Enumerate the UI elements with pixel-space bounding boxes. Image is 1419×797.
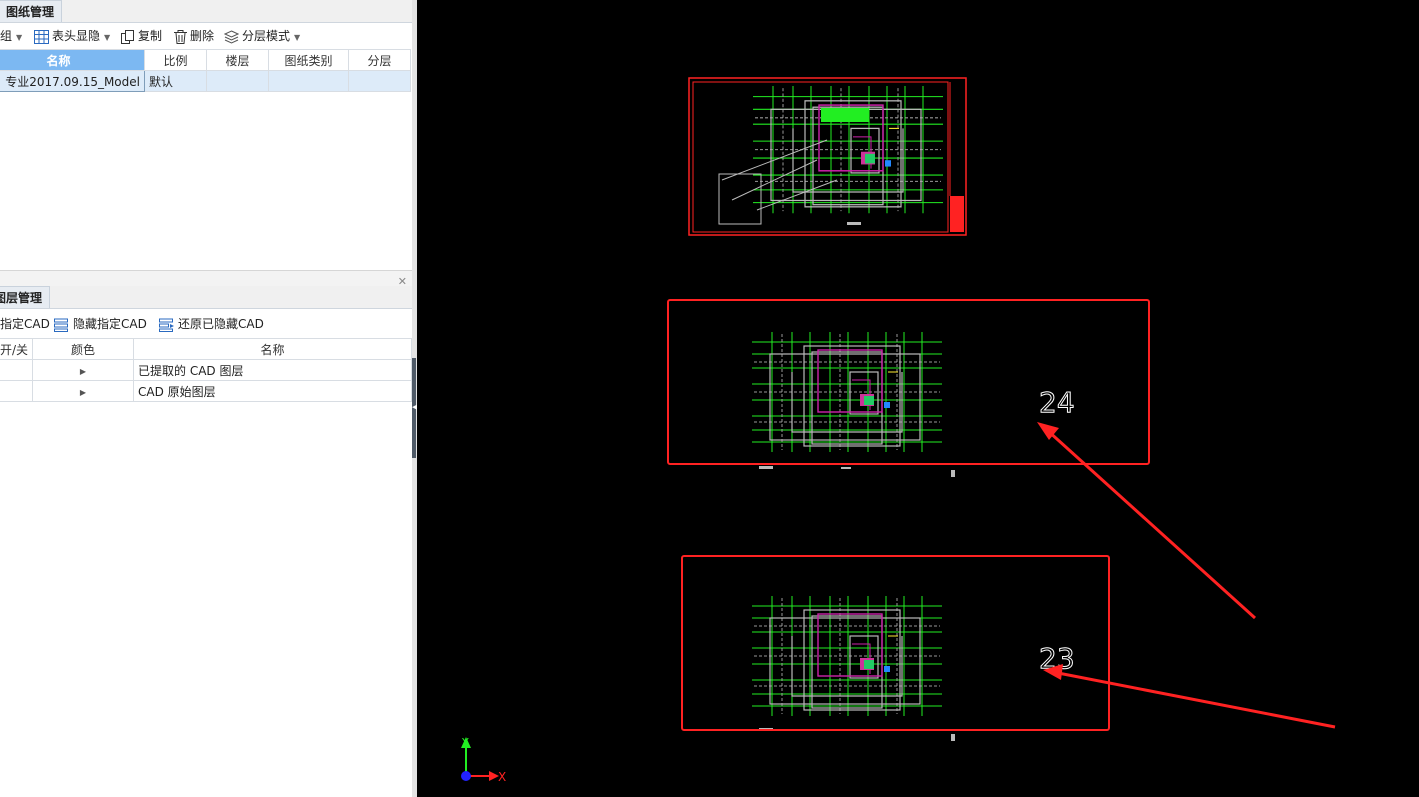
layer-toolbar: 显示指定CAD 隐藏指定CAD 还原已隐藏CAD [0,311,412,337]
caret-down-icon: ▼ [294,33,301,42]
drawing-floor-cell[interactable] [206,70,269,92]
hide-cad-label: 隐藏指定CAD [73,317,147,331]
trash-icon [174,29,187,44]
column-header-scale[interactable]: 比例 [144,49,207,71]
layer-color-cell[interactable]: ▶ [32,380,134,402]
highlight-box-upper [667,299,1150,465]
drawing-category-cell[interactable] [268,70,349,92]
cad-drawing: 24 23 Y X [461,77,1336,784]
expand-arrow-icon[interactable]: ▶ [80,388,86,397]
layer-mode-button[interactable]: 分层模式 ▼ [224,23,300,49]
drawing-tab-strip: 图纸管理 [0,0,412,23]
layer-name-cell: 已提取的 CAD 图层 [133,359,412,381]
layer-table-header: 开/关 颜色 名称 [0,338,412,360]
show-cad-button[interactable]: 显示指定CAD [0,311,50,337]
caret-down-icon: ▼ [16,33,23,42]
x-axis-label: X [498,770,506,784]
copy-label: 复制 [138,29,163,43]
layer-toggle-cell[interactable] [0,359,33,381]
layer-tab-strip: 图层管理 [0,286,412,309]
expand-arrow-icon[interactable]: ▶ [80,367,86,376]
arrow-annotation-upper [1037,422,1257,620]
arrow-annotation-lower [1043,664,1336,729]
restore-layer-icon [159,318,174,332]
delete-button[interactable]: 删除 [174,23,214,49]
column-header-layer-name[interactable]: 名称 [133,338,412,360]
column-header-name[interactable]: 名称 [0,49,145,71]
layers-icon [224,29,239,44]
column-header-color[interactable]: 颜色 [32,338,134,360]
layer-table: 开/关 颜色 名称 ▶ 已提取的 CAD 图层 ▶ CAD 原始图层 [0,338,412,402]
drawing-table: 名称 比例 楼层 图纸类别 分层 专业2017.09.15_Model 默认 [0,49,411,92]
delete-label: 删除 [190,29,215,43]
drawing-layer-cell[interactable] [348,70,411,92]
drawing-sheet-top[interactable] [688,77,967,236]
hide-layer-icon [54,318,68,332]
table-row[interactable]: ▶ 已提取的 CAD 图层 [0,359,412,381]
caret-down-icon: ▼ [104,33,111,42]
drawing-table-header: 名称 比例 楼层 图纸类别 分层 [0,49,411,71]
group-label: 分组 [0,29,13,43]
group-button[interactable]: 分组▼ [0,23,22,49]
layer-mode-label: 分层模式 [242,29,291,43]
table-row[interactable]: 专业2017.09.15_Model 默认 [0,70,411,92]
restore-cad-label: 还原已隐藏CAD [178,317,264,331]
drawing-scale-cell[interactable]: 默认 [144,70,207,92]
layer-name-cell: CAD 原始图层 [133,380,412,402]
drawing-name-cell[interactable]: 专业2017.09.15_Model [0,70,145,92]
hide-cad-button[interactable]: 隐藏指定CAD [54,311,147,337]
show-cad-label: 显示指定CAD [0,317,50,331]
table-icon [34,29,49,44]
header-toggle-label: 表头显隐 [52,29,101,43]
restore-cad-button[interactable]: 还原已隐藏CAD [159,311,264,337]
column-header-layer[interactable]: 分层 [348,49,411,71]
table-row[interactable]: ▶ CAD 原始图层 [0,380,412,402]
tab-layer-management[interactable]: 图层管理 [0,286,51,308]
header-toggle-button[interactable]: 表头显隐 ▼ [34,23,110,49]
column-header-onoff[interactable]: 开/关 [0,338,33,360]
panel-divider [0,270,412,287]
column-header-category[interactable]: 图纸类别 [268,49,349,71]
sheet-label-24: 24 [1039,386,1075,419]
drawing-toolbar: 分组▼ 表头显隐▼ 复制 删除 [0,23,412,49]
axis-indicator: Y X [461,736,506,784]
y-axis-label: Y [461,736,469,749]
copy-icon [121,29,134,44]
tab-drawing-management[interactable]: 图纸管理 [0,0,63,22]
collapse-arrow-icon[interactable]: ◀ [412,402,417,412]
layer-color-cell[interactable]: ▶ [32,359,134,381]
copy-button[interactable]: 复制 [121,23,162,49]
layer-toggle-cell[interactable] [0,380,33,402]
column-header-floor[interactable]: 楼层 [206,49,269,71]
cad-canvas[interactable]: 24 23 Y X [417,0,1419,797]
left-panel: 图纸管理 分组▼ 表头显隐▼ 复制 [0,0,412,797]
